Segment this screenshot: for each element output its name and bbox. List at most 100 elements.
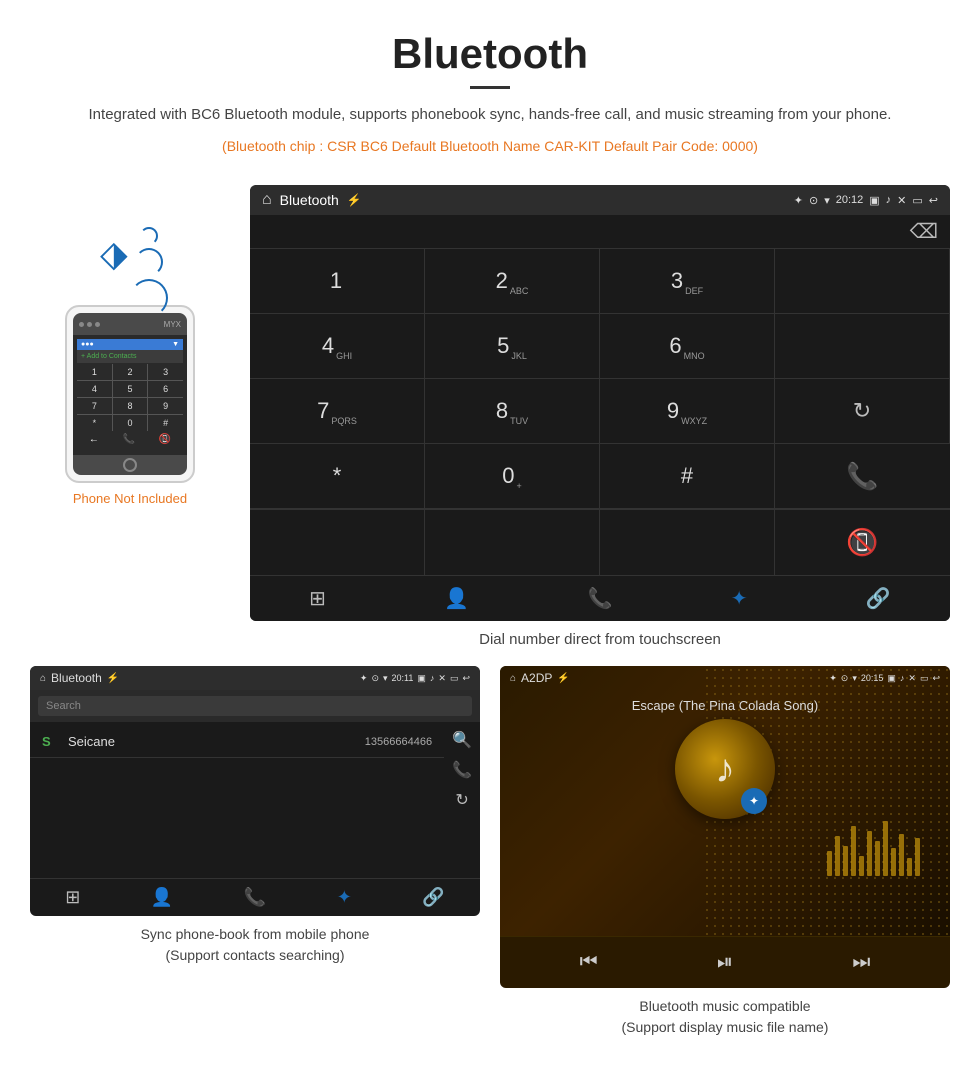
home-icon[interactable]: ⌂	[262, 191, 272, 209]
pb-bt-bottom-icon[interactable]: ✦	[337, 887, 352, 908]
pb-grid-icon[interactable]: ⊞	[65, 887, 80, 908]
dial-person-icon[interactable]: 👤	[444, 586, 469, 611]
music-background: ⌂ A2DP ⚡ ✦ ⊙ ▾ 20:15 ▣ ♪ ✕ ▭ ↩	[500, 666, 950, 936]
pb-link-icon[interactable]: 🔗	[422, 887, 444, 908]
phone-back-icon: ←	[89, 434, 99, 445]
keypad-grid: 1 2ABC 3DEF 4GHI 5JKL 6MNO	[250, 248, 950, 509]
eq-bar-3	[843, 846, 848, 876]
music-vol-icon[interactable]: ♪	[900, 673, 905, 683]
eq-bar-7	[875, 841, 880, 876]
home-button[interactable]	[123, 458, 137, 472]
key-3[interactable]: 3DEF	[600, 249, 775, 314]
music-screen-icon[interactable]: ▭	[920, 673, 929, 684]
pb-screen-title: Bluetooth	[51, 671, 102, 685]
phone-screen: ●●●▼ + Add to Contacts 1 2 3 4 5 6 7 8 9…	[73, 335, 187, 455]
bluetooth-waves: ⬗	[90, 215, 170, 295]
pb-person-icon[interactable]: 👤	[151, 887, 173, 908]
pb-contact-row[interactable]: S Seicane 13566664466	[30, 726, 444, 758]
signal-icon: ▾	[824, 194, 830, 207]
next-track-button[interactable]: ⏭	[852, 951, 870, 974]
end-call-button[interactable]: 📵	[775, 510, 950, 575]
phone-key-1[interactable]: 1	[77, 364, 112, 380]
title-divider	[470, 86, 510, 89]
music-screen: ⌂ A2DP ⚡ ✦ ⊙ ▾ 20:15 ▣ ♪ ✕ ▭ ↩	[500, 666, 950, 988]
screen-icon[interactable]: ▭	[912, 194, 922, 207]
music-back-icon[interactable]: ↩	[932, 673, 940, 684]
phone-key-6[interactable]: 6	[148, 381, 183, 397]
phone-call-icon[interactable]: 📞	[123, 434, 135, 445]
pb-refresh-icon[interactable]: ↻	[455, 790, 468, 810]
pb-right-icons: 🔍 📞 ↻	[444, 722, 480, 818]
dial-bt-icon[interactable]: ✦	[731, 586, 748, 611]
eq-bar-5	[859, 856, 864, 876]
pb-phone-icon[interactable]: 📞	[244, 887, 266, 908]
eq-bar-12	[915, 838, 920, 876]
backspace-button[interactable]: ⌫	[910, 219, 938, 244]
key-1[interactable]: 1	[250, 249, 425, 314]
pb-home-icon[interactable]: ⌂	[40, 673, 46, 684]
key-7[interactable]: 7PQRS	[250, 379, 425, 444]
music-home-icon[interactable]: ⌂	[510, 673, 516, 684]
pb-bottom-bar: ⊞ 👤 📞 ✦ 🔗	[30, 878, 480, 916]
pb-search-icon[interactable]: 🔍	[452, 730, 472, 750]
phone-key-9[interactable]: 9	[148, 398, 183, 414]
dial-grid-icon[interactable]: ⊞	[309, 586, 326, 611]
key-hash[interactable]: #	[600, 444, 775, 509]
phone-home-bar	[73, 455, 187, 475]
prev-track-button[interactable]: ⏮	[580, 951, 598, 974]
pb-back-icon[interactable]: ↩	[462, 673, 470, 684]
key-0[interactable]: 0+	[425, 444, 600, 509]
key-4[interactable]: 4GHI	[250, 314, 425, 379]
pb-contact-name: Seicane	[68, 734, 355, 749]
phone-end-icon[interactable]: 📵	[159, 434, 171, 445]
pb-usb-icon: ⚡	[107, 673, 119, 684]
key-8[interactable]: 8TUV	[425, 379, 600, 444]
phone-top-bar: MYX	[73, 313, 187, 335]
dot-3	[95, 322, 100, 327]
music-bt-icon: ✦	[829, 673, 837, 684]
dial-phone-icon[interactable]: 📞	[588, 586, 613, 611]
phone-illustration: ⬗ MYX ●●●▼ + Add to Co	[30, 185, 230, 506]
phone-key-3[interactable]: 3	[148, 364, 183, 380]
dial-screen-container: ⌂ Bluetooth ⚡ ✦ ⊙ ▾ 20:12 ▣ ♪ ✕ ▭ ↩	[250, 185, 950, 656]
dot-1	[79, 322, 84, 327]
key-2[interactable]: 2ABC	[425, 249, 600, 314]
phone-key-8[interactable]: 8	[113, 398, 148, 414]
bluetooth-chip-info: (Bluetooth chip : CSR BC6 Default Blueto…	[60, 135, 920, 157]
key-9[interactable]: 9WXYZ	[600, 379, 775, 444]
camera-icon[interactable]: ▣	[869, 194, 879, 207]
pb-call-icon[interactable]: 📞	[452, 760, 472, 780]
pb-close-icon[interactable]: ✕	[438, 673, 446, 684]
music-cam-icon[interactable]: ▣	[887, 673, 896, 684]
pb-cam-icon[interactable]: ▣	[417, 673, 426, 684]
phone-key-7[interactable]: 7	[77, 398, 112, 414]
play-pause-button[interactable]: ⏯	[717, 951, 733, 974]
pb-signal-icon: ▾	[383, 673, 388, 684]
music-close-icon[interactable]: ✕	[908, 673, 916, 684]
pb-contact-number: 13566664466	[365, 736, 432, 748]
dial-link-icon[interactable]: 🔗	[866, 586, 891, 611]
main-section: ⬗ MYX ●●●▼ + Add to Co	[0, 175, 980, 666]
phone-key-4[interactable]: 4	[77, 381, 112, 397]
phone-key-0[interactable]: 0	[113, 415, 148, 431]
pb-search-row: Search	[30, 690, 480, 722]
phone-key-5[interactable]: 5	[113, 381, 148, 397]
music-signal-icon: ▾	[852, 673, 857, 684]
pb-vol-icon[interactable]: ♪	[430, 673, 435, 683]
phone-key-2[interactable]: 2	[113, 364, 148, 380]
volume-icon[interactable]: ♪	[886, 194, 892, 206]
call-button[interactable]: 📞	[775, 444, 950, 509]
close-icon[interactable]: ✕	[897, 194, 906, 207]
pb-search-box[interactable]: Search	[38, 696, 472, 716]
key-refresh[interactable]: ↻	[775, 379, 950, 444]
key-5[interactable]: 5JKL	[425, 314, 600, 379]
music-item: ⌂ A2DP ⚡ ✦ ⊙ ▾ 20:15 ▣ ♪ ✕ ▭ ↩	[500, 666, 950, 1038]
key-6[interactable]: 6MNO	[600, 314, 775, 379]
bt-status-icon: ✦	[794, 194, 803, 207]
pb-screen-icon[interactable]: ▭	[450, 673, 459, 684]
phone-key-hash[interactable]: #	[148, 415, 183, 431]
key-star[interactable]: *	[250, 444, 425, 509]
phone-brand: MYX	[164, 320, 181, 329]
phone-key-star[interactable]: *	[77, 415, 112, 431]
back-icon[interactable]: ↩	[929, 194, 938, 207]
